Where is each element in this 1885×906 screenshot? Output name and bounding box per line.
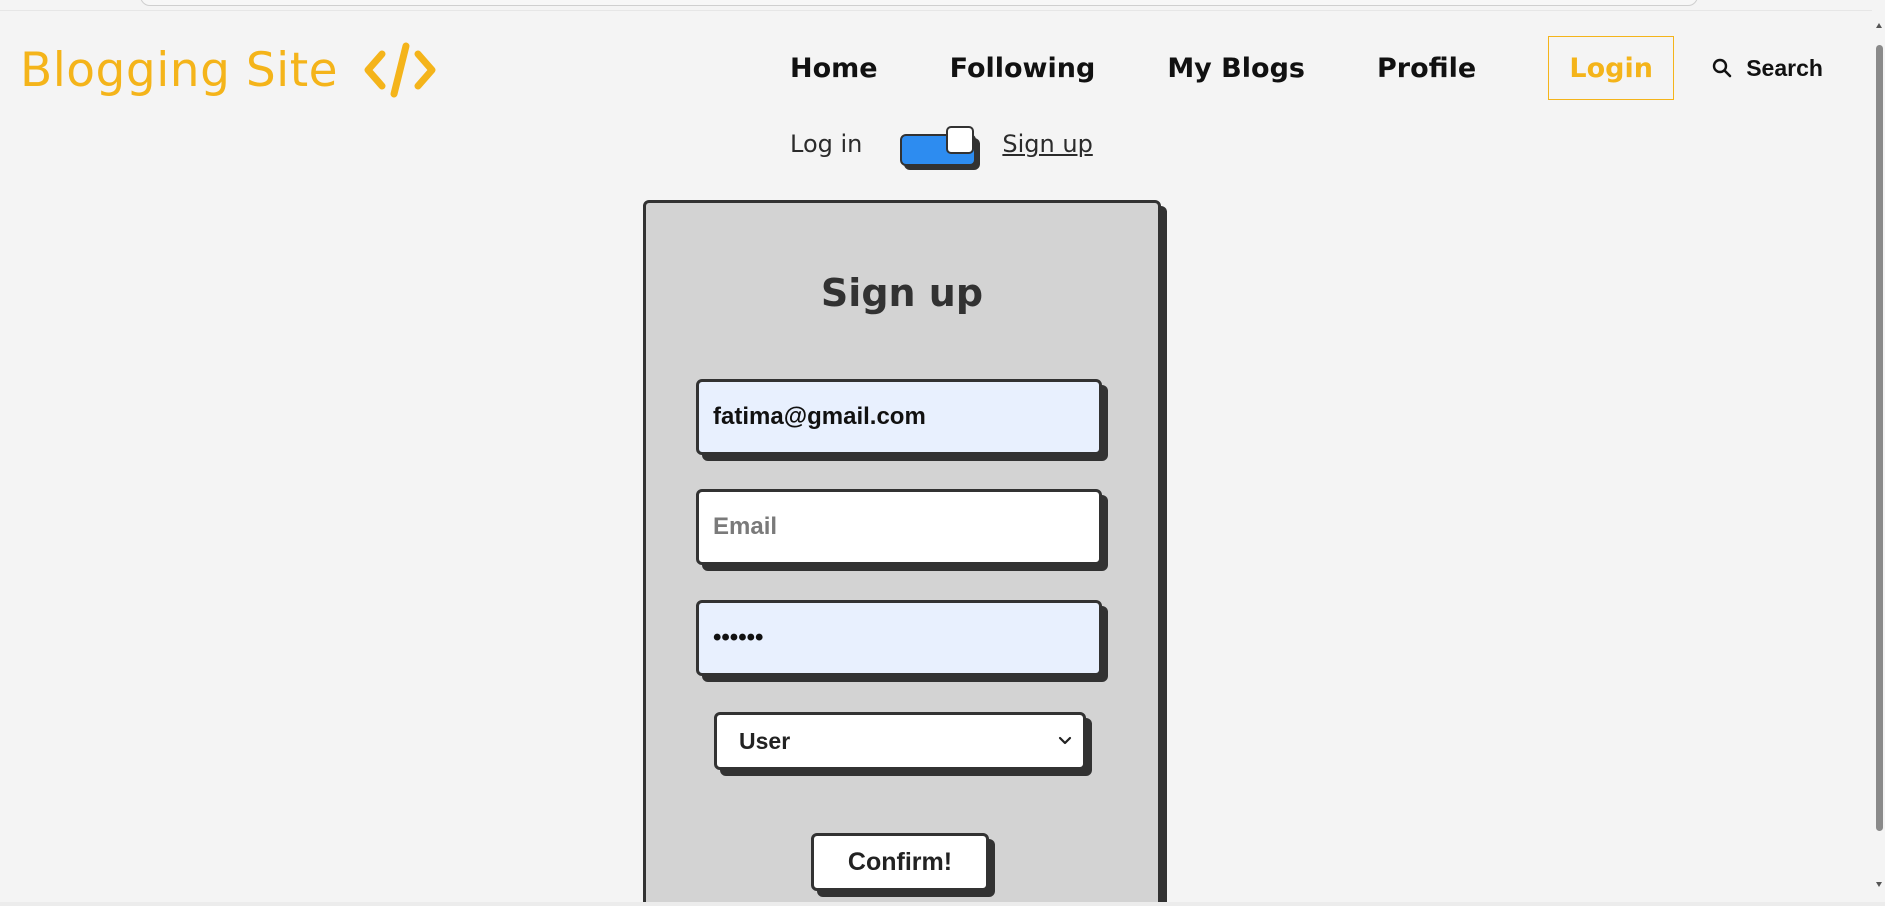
main-nav: Home Following My Blogs Profile Login Se… [790,36,1823,100]
form-title: Sign up [820,271,984,315]
confirm-button[interactable]: Confirm! [811,833,989,891]
nav-following[interactable]: Following [950,53,1096,84]
scrollbar-thumb[interactable] [1876,45,1883,831]
nav-search-label: Search [1746,54,1823,81]
chevron-down-icon [1058,736,1072,745]
signup-card: Sign up User Confirm! [643,200,1161,906]
username-field[interactable] [696,379,1102,455]
code-icon [364,42,436,98]
nav-my-blogs[interactable]: My Blogs [1167,53,1305,84]
top-divider [0,10,1872,11]
nav-login-button[interactable]: Login [1548,36,1675,100]
browser-address-bar-edge [140,0,1698,6]
nav-profile[interactable]: Profile [1377,53,1476,84]
page: Blogging Site Home Following My Blogs Pr… [0,0,1885,906]
nav-search[interactable]: Search [1712,55,1823,82]
login-toggle-label[interactable]: Log in [790,130,862,158]
role-select-value: User [739,727,791,754]
role-select[interactable]: User [714,712,1086,770]
page-scrollbar[interactable] [1873,0,1885,906]
nav-home[interactable]: Home [790,53,878,84]
scroll-up-arrow-icon[interactable] [1875,22,1883,30]
auth-mode-switch[interactable] [900,126,977,166]
auth-toggle-row: Log in Sign up [790,126,1093,166]
brand-title: Blogging Site [20,42,339,98]
bottom-edge [0,902,1885,906]
signup-toggle-label[interactable]: Sign up [1002,130,1092,158]
search-icon [1713,58,1732,78]
password-field[interactable] [696,600,1102,676]
switch-knob [946,126,975,154]
scroll-down-arrow-icon[interactable] [1875,880,1883,888]
email-field[interactable] [696,489,1102,565]
brand-logo[interactable]: Blogging Site [20,40,436,100]
